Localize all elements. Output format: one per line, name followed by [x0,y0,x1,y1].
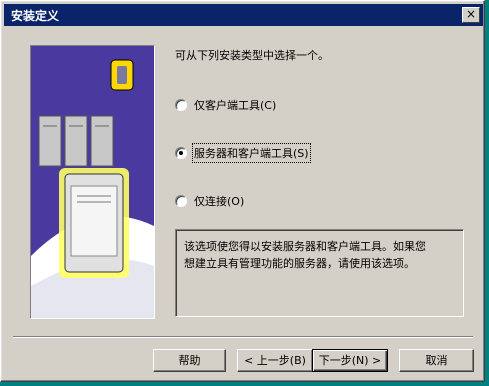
back-button[interactable]: < 上一步(B) [237,349,313,372]
instruction-text: 可从下列安装类型中选择一个。 [175,49,329,62]
small-server-icons [38,115,114,167]
window-title: 安装定义 [11,9,60,23]
option-client-tools-label: 仅客户端工具(C) [194,99,277,112]
option-client-tools[interactable]: 仅客户端工具(C) [175,97,276,113]
option-server-and-client-label: 服务器和客户端工具(S) [192,143,311,163]
radio-connectivity-only[interactable] [175,195,187,207]
description-box: 该选项使您得以安装服务器和客户端工具。如果您 想建立具有管理功能的服务器，请使用… [175,229,464,317]
cancel-button[interactable]: 取消 [399,349,474,372]
option-connectivity-only-label: 仅连接(O) [194,195,245,208]
radio-server-and-client[interactable] [175,147,187,159]
title-bar[interactable]: 安装定义 × [4,4,483,26]
close-button[interactable]: × [462,7,480,23]
option-connectivity-only[interactable]: 仅连接(O) [175,193,244,209]
server-illustration-image [31,46,154,318]
option-server-and-client[interactable]: 服务器和客户端工具(S) [175,143,311,163]
next-button[interactable]: 下一步(N) > [312,349,388,372]
radio-client-tools[interactable] [175,99,187,111]
description-text: 该选项使您得以安装服务器和客户端工具。如果您 想建立具有管理功能的服务器，请使用… [184,240,426,270]
setup-illustration [30,45,155,319]
separator-line [13,336,473,338]
help-button[interactable]: 帮助 [153,349,226,372]
setup-dialog: 安装定义 × 可从下列安装类型中选择一个。 仅客户端工具(C) 服务器和客户端工… [0,0,485,382]
